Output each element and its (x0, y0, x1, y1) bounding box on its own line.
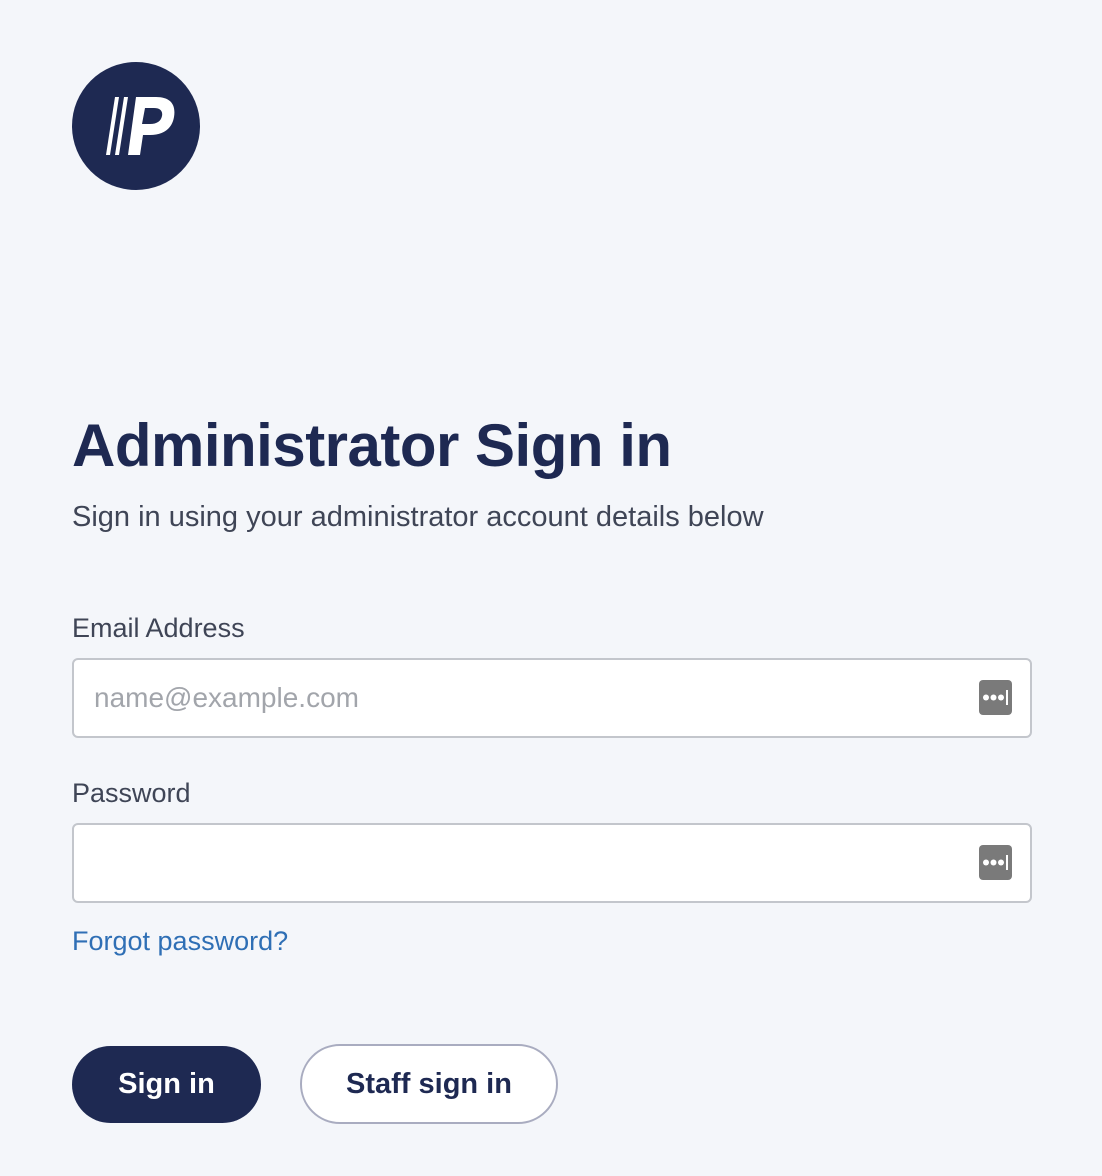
forgot-password-link[interactable]: Forgot password? (72, 924, 288, 958)
password-label: Password (72, 778, 191, 808)
password-field-container (72, 823, 1032, 903)
page-subtitle: Sign in using your administrator account… (72, 501, 764, 533)
brand-logo (72, 62, 200, 190)
password-field[interactable] (74, 825, 954, 901)
sign-in-button[interactable]: Sign in (72, 1046, 261, 1123)
brand-logo-p-icon (106, 97, 175, 155)
email-field[interactable] (74, 660, 954, 736)
password-manager-icon[interactable] (979, 680, 1012, 715)
page-title: Administrator Sign in (72, 412, 672, 479)
email-field-container (72, 658, 1032, 738)
staff-sign-in-button[interactable]: Staff sign in (300, 1044, 558, 1124)
email-label: Email Address (72, 613, 245, 643)
password-manager-icon[interactable] (979, 845, 1012, 880)
